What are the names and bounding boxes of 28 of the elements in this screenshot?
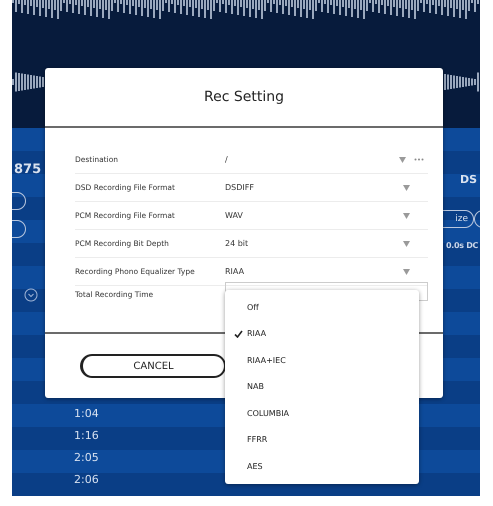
setting-value[interactable]: /	[225, 155, 399, 164]
setting-value[interactable]: WAV	[225, 211, 403, 220]
cancel-button[interactable]: CANCEL	[80, 354, 226, 378]
setting-value[interactable]: RIAA	[225, 267, 403, 276]
track-time: 2:06	[74, 472, 99, 487]
more-icon	[414, 158, 424, 161]
readout-text: 0.0s DC	[446, 241, 478, 250]
dropdown-arrow-icon	[403, 212, 410, 218]
dropdown-arrow-icon	[403, 268, 410, 274]
menu-item[interactable]: COLUMBIA	[225, 400, 419, 426]
dropdown-arrow-icon	[399, 156, 406, 162]
dropdown-arrow-icon	[403, 184, 410, 190]
menu-item[interactable]: RIAA	[225, 320, 419, 347]
track-time: 2:05	[74, 450, 99, 465]
track-time: 1:16	[74, 428, 99, 443]
menu-item[interactable]: AES	[225, 453, 419, 480]
menu-item[interactable]: NAB	[225, 374, 419, 400]
menu-item[interactable]: Off	[225, 294, 419, 320]
counter-text: 875	[14, 162, 42, 177]
setting-value[interactable]: 24 bit	[225, 239, 403, 248]
setting-value[interactable]: DSDIFF	[225, 183, 403, 192]
track-time: 1:04	[74, 406, 99, 421]
chevron-down-icon	[24, 288, 38, 302]
dialog-title: Rec Setting	[204, 89, 284, 105]
dropdown-arrow-icon	[403, 240, 410, 246]
menu-item[interactable]: RIAA+IEC	[225, 347, 419, 374]
menu-item[interactable]: FFRR	[225, 426, 419, 453]
section-label: DS	[460, 173, 478, 186]
